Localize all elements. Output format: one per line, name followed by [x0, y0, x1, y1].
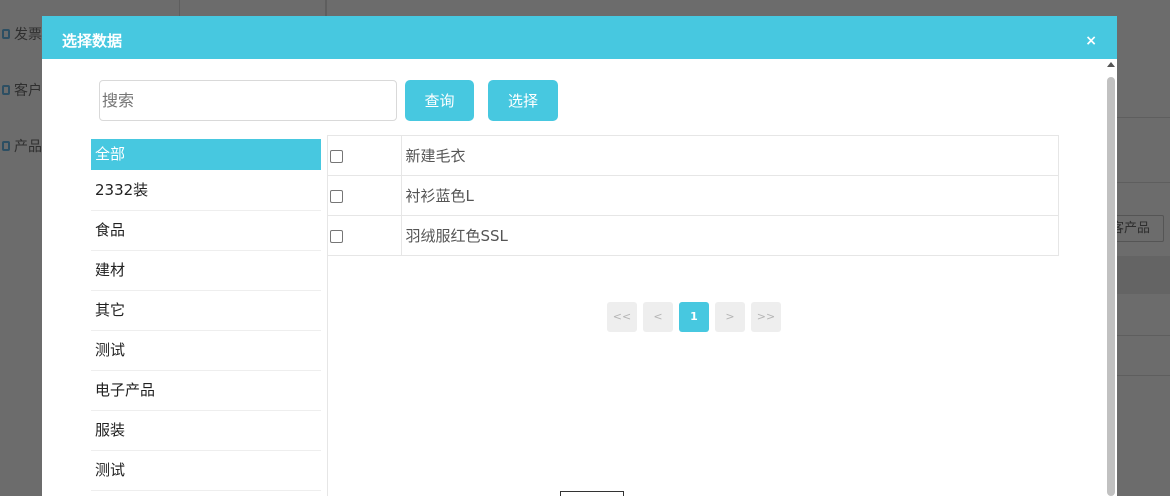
background-sidebar-label: 产品: [14, 139, 42, 155]
background-divider: [1116, 182, 1170, 183]
current-page-button[interactable]: 1: [679, 302, 709, 332]
background-sidebar-label: 客户: [14, 83, 42, 99]
background-divider: [1116, 335, 1170, 336]
box-icon: [2, 141, 10, 151]
background-sidebar-label: 发票: [14, 27, 42, 43]
bottom-element: [560, 491, 624, 496]
category-item[interactable]: 电子产品: [91, 371, 321, 411]
first-page-button[interactable]: <<: [607, 302, 637, 332]
row-name: 衬衫蓝色L: [400, 175, 1059, 216]
table-row: 羽绒服红色SSL: [328, 215, 1059, 256]
row-checkbox[interactable]: [330, 189, 343, 203]
category-item[interactable]: 测试: [91, 451, 321, 491]
modal-title: 选择数据: [62, 32, 123, 50]
select-button[interactable]: 选择: [488, 80, 558, 121]
checkbox-cell: [328, 175, 402, 216]
next-page-button[interactable]: >: [715, 302, 745, 332]
background-divider: [1116, 117, 1170, 118]
search-input[interactable]: [99, 80, 397, 121]
table-row: 新建毛衣: [328, 135, 1059, 176]
document-icon: [2, 29, 10, 39]
close-icon[interactable]: ×: [1085, 29, 1097, 53]
row-name: 羽绒服红色SSL: [400, 215, 1059, 256]
category-item[interactable]: 食品: [91, 211, 321, 251]
checkbox-cell: [328, 215, 402, 256]
category-item[interactable]: 其它: [91, 291, 321, 331]
row-checkbox[interactable]: [330, 229, 343, 243]
modal-body: 查询 选择 全部 2332装 食品 建材 其它 测试 电子产品 服装 测试 新建…: [42, 59, 1105, 496]
last-page-button[interactable]: >>: [751, 302, 781, 332]
background-divider: [1116, 375, 1170, 376]
prev-page-button[interactable]: <: [643, 302, 673, 332]
category-item[interactable]: 2332装: [91, 171, 321, 211]
category-item[interactable]: 测试: [91, 331, 321, 371]
row-name: 新建毛衣: [400, 135, 1059, 176]
background-column: [180, 0, 326, 16]
select-data-modal: 选择数据 × 查询 选择 全部 2332装 食品 建材 其它 测试 电子产品 服…: [42, 16, 1117, 496]
row-checkbox[interactable]: [330, 149, 343, 163]
data-table: 新建毛衣 衬衫蓝色L 羽绒服红色SSL: [328, 135, 1059, 256]
category-item[interactable]: 服装: [91, 411, 321, 451]
scroll-thumb[interactable]: [1107, 77, 1115, 496]
vertical-scrollbar[interactable]: [1105, 59, 1117, 496]
checkbox-cell: [328, 135, 402, 176]
table-row: 衬衫蓝色L: [328, 175, 1059, 216]
scroll-up-icon[interactable]: [1107, 62, 1115, 67]
category-item[interactable]: 建材: [91, 251, 321, 291]
query-button[interactable]: 查询: [405, 80, 474, 121]
category-item-all[interactable]: 全部: [91, 139, 321, 170]
category-list: 全部 2332装 食品 建材 其它 测试 电子产品 服装 测试: [91, 139, 321, 496]
modal-header: 选择数据 ×: [42, 16, 1117, 59]
user-icon: [2, 85, 10, 95]
background-table-header: [1116, 256, 1170, 294]
